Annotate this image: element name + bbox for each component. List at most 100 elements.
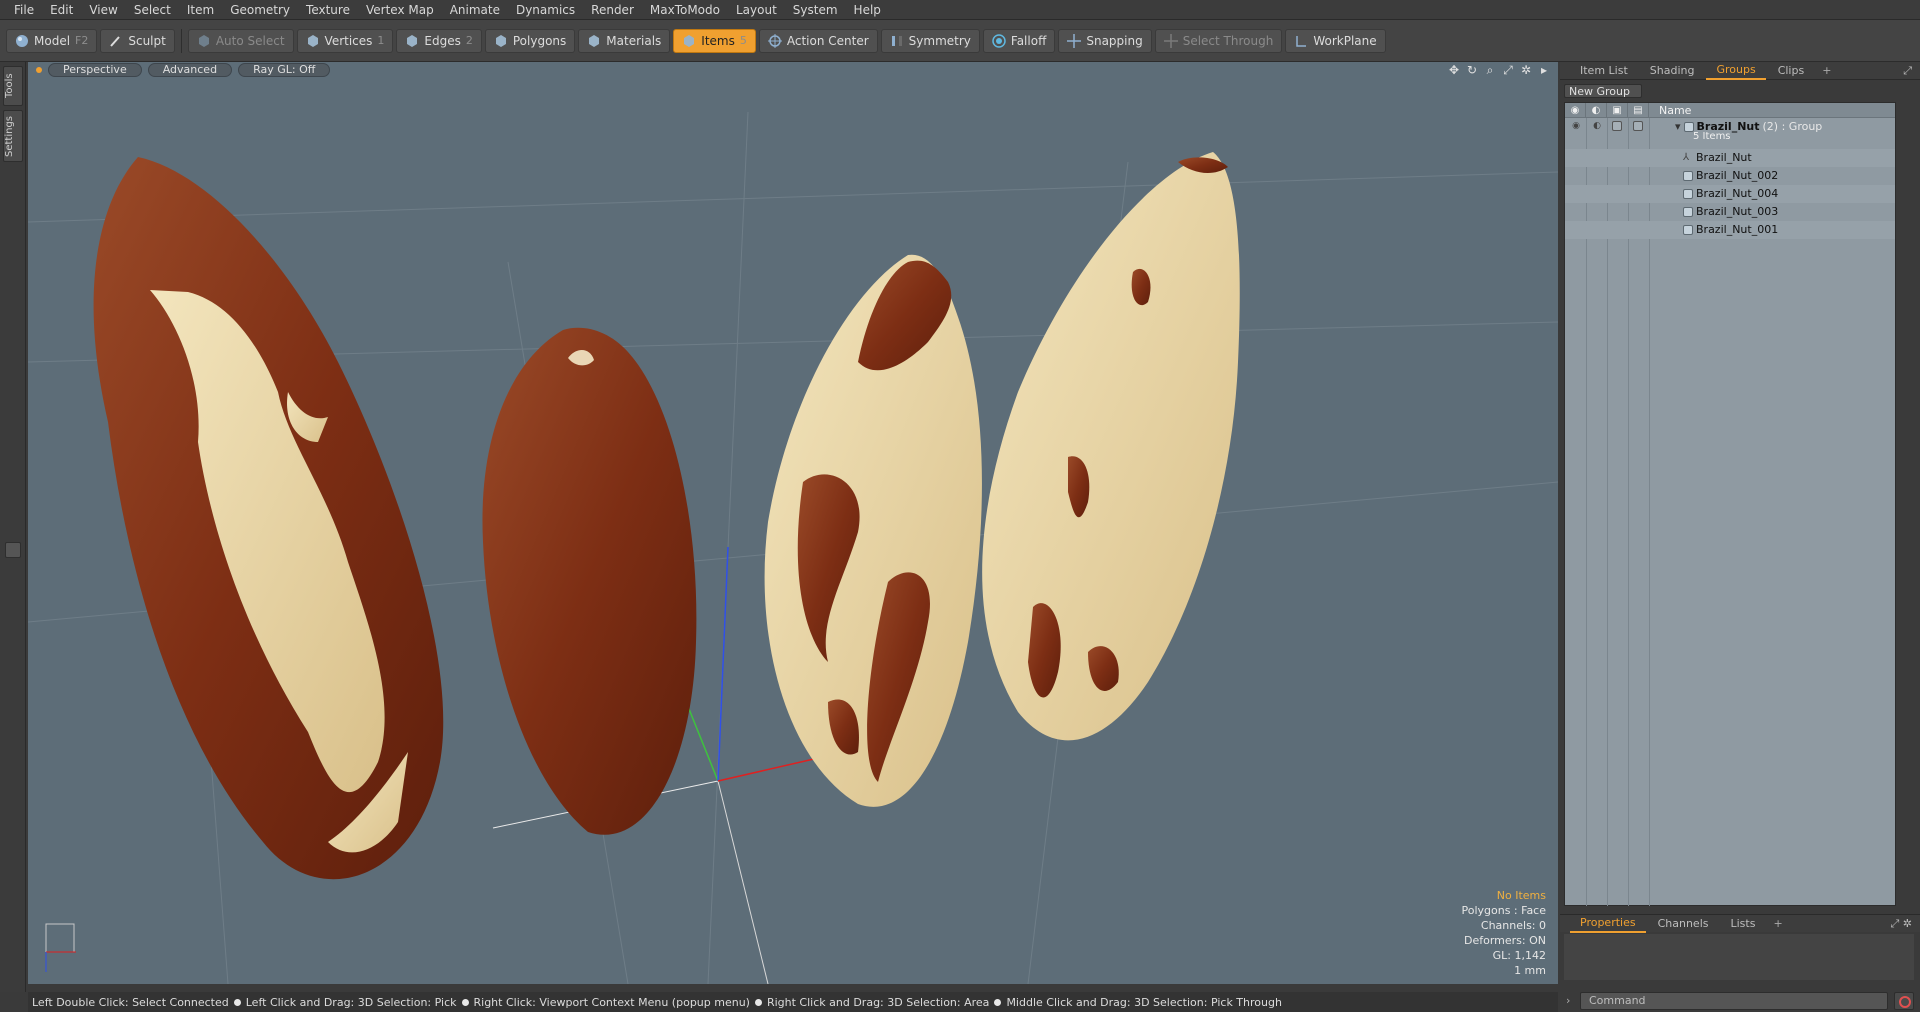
workplane-button[interactable]: WorkPlane xyxy=(1285,28,1386,53)
polygons-button[interactable]: Polygons xyxy=(484,28,576,53)
menu-select[interactable]: Select xyxy=(126,0,179,20)
gear-icon[interactable]: ✲ xyxy=(1520,64,1532,76)
viewport-options-dot[interactable] xyxy=(36,67,42,73)
tab-item-list[interactable]: Item List xyxy=(1570,63,1638,79)
zoom-icon[interactable]: ⌕ xyxy=(1484,64,1496,76)
list-item-label: Brazil_Nut_004 xyxy=(1696,187,1779,200)
falloff-button[interactable]: Falloff xyxy=(982,28,1056,53)
groups-list: ◉ ◐ ▣ ▤ Name ◉ ◐ ▾ Brazil_Nut (2) : Grou… xyxy=(1564,102,1896,906)
new-group-button[interactable]: New Group xyxy=(1564,84,1642,98)
add-tab-icon[interactable]: + xyxy=(1816,64,1837,77)
cube-icon xyxy=(198,34,209,47)
select-through-button[interactable]: Select Through xyxy=(1154,28,1283,53)
tab-lists[interactable]: Lists xyxy=(1721,916,1766,932)
symmetry-button[interactable]: Symmetry xyxy=(880,28,980,53)
expand-arrow-icon[interactable]: ▸ xyxy=(1538,64,1550,76)
menu-system[interactable]: System xyxy=(785,0,846,20)
select-column-icon[interactable]: ▤ xyxy=(1628,102,1649,118)
name-column-header[interactable]: Name xyxy=(1649,104,1691,117)
edges-label: Edges xyxy=(424,33,461,48)
visibility-eye-icon[interactable]: ◉ xyxy=(1570,121,1582,131)
tab-clips[interactable]: Clips xyxy=(1768,63,1815,79)
menu-geometry[interactable]: Geometry xyxy=(222,0,298,20)
render-toggle-icon[interactable]: ◐ xyxy=(1591,121,1603,131)
model-label: Model xyxy=(34,33,71,48)
visibility-column-icon[interactable]: ◉ xyxy=(1565,102,1586,118)
list-item[interactable]: Brazil_Nut_001 xyxy=(1565,221,1895,239)
orientation-gizmo xyxy=(45,923,76,972)
status-hint-2: Left Click and Drag: 3D Selection: Pick xyxy=(245,995,457,1009)
menu-layout[interactable]: Layout xyxy=(728,0,785,20)
list-item[interactable]: ⅄ Brazil_Nut xyxy=(1565,149,1895,167)
brazil-nut-mesh-4 xyxy=(982,152,1240,741)
select-through-icon xyxy=(1163,33,1178,48)
add-tab-icon[interactable]: + xyxy=(1767,917,1788,930)
action-center-button[interactable]: Action Center xyxy=(758,28,878,53)
menu-texture[interactable]: Texture xyxy=(298,0,358,20)
tab-channels[interactable]: Channels xyxy=(1648,916,1719,932)
left-tab-strip: Tools Settings xyxy=(0,62,26,992)
list-item-name-cell: Brazil_Nut_003 xyxy=(1683,205,1778,218)
items-icon xyxy=(684,34,695,47)
menu-file[interactable]: File xyxy=(6,0,42,20)
status-hint-3: Right Click: Viewport Context Menu (popu… xyxy=(473,995,750,1009)
shading-dropdown[interactable]: Advanced xyxy=(147,63,233,77)
strip-collapse-button[interactable] xyxy=(5,542,21,558)
list-item[interactable]: Brazil_Nut_004 xyxy=(1565,185,1895,203)
status-hint-1: Left Double Click: Select Connected xyxy=(32,995,229,1009)
menu-item[interactable]: Item xyxy=(179,0,222,20)
panel-expand-icon[interactable]: ⤢ ✲ xyxy=(1890,917,1920,931)
vertices-button[interactable]: Vertices 1 xyxy=(296,28,394,53)
tab-groups[interactable]: Groups xyxy=(1706,62,1766,80)
snapping-label: Snapping xyxy=(1086,33,1143,48)
panel-expand-icon[interactable]: ⤢ xyxy=(1903,64,1920,78)
render-column-icon[interactable]: ◐ xyxy=(1586,102,1607,118)
info-polygons: Polygons : Face xyxy=(1461,904,1546,917)
materials-button[interactable]: Materials xyxy=(578,28,671,53)
tree-expand-icon[interactable]: ▾ xyxy=(1675,120,1681,133)
3d-viewport[interactable]: Perspective Advanced Ray GL: Off ✥ ↻ ⌕ ⤢… xyxy=(28,62,1558,984)
model-mode-button[interactable]: Model F2 xyxy=(6,28,98,53)
brazil-nut-mesh-1 xyxy=(93,157,444,880)
menu-vertex-map[interactable]: Vertex Map xyxy=(358,0,442,20)
menu-view[interactable]: View xyxy=(81,0,125,20)
items-button[interactable]: Items 5 xyxy=(673,28,756,53)
list-item[interactable]: Brazil_Nut_003 xyxy=(1565,203,1895,221)
pan-icon[interactable]: ✥ xyxy=(1448,64,1460,76)
auto-select-button[interactable]: Auto Select xyxy=(187,28,294,53)
command-input[interactable]: Command xyxy=(1580,992,1888,1010)
snapping-button[interactable]: Snapping xyxy=(1058,28,1152,53)
menu-edit[interactable]: Edit xyxy=(42,0,81,20)
menu-animate[interactable]: Animate xyxy=(442,0,508,20)
lock-column-icon[interactable]: ▣ xyxy=(1607,102,1628,118)
menu-dynamics[interactable]: Dynamics xyxy=(508,0,583,20)
brush-icon xyxy=(110,35,121,47)
lock-checkbox[interactable] xyxy=(1612,121,1622,131)
tab-tools[interactable]: Tools xyxy=(3,66,23,106)
items-shortcut: 5 xyxy=(739,34,747,47)
edges-button[interactable]: Edges 2 xyxy=(396,28,482,53)
menu-help[interactable]: Help xyxy=(846,0,889,20)
list-item[interactable]: Brazil_Nut_002 xyxy=(1565,167,1895,185)
materials-icon xyxy=(589,34,600,47)
tab-shading[interactable]: Shading xyxy=(1640,63,1705,79)
raygl-toggle[interactable]: Ray GL: Off xyxy=(238,63,331,77)
falloff-label: Falloff xyxy=(1010,33,1047,48)
info-unit: 1 mm xyxy=(1514,964,1546,977)
view-type-dropdown[interactable]: Perspective xyxy=(48,63,142,77)
viewport-scene xyxy=(28,111,1558,984)
select-checkbox[interactable] xyxy=(1633,121,1643,131)
properties-tab-bar: Properties Channels Lists + ⤢ ✲ xyxy=(1560,914,1920,933)
tab-properties[interactable]: Properties xyxy=(1570,915,1646,933)
group-row[interactable]: ◉ ◐ ▾ Brazil_Nut (2) : Group 5 Items xyxy=(1565,118,1895,148)
sculpt-button[interactable]: Sculpt xyxy=(100,28,175,53)
mesh-icon xyxy=(1683,170,1693,181)
menu-maxtomodo[interactable]: MaxToModo xyxy=(642,0,728,20)
menu-render[interactable]: Render xyxy=(583,0,642,20)
command-record-button[interactable] xyxy=(1894,992,1914,1010)
viewport-info: No Items Polygons : Face Channels: 0 Def… xyxy=(1461,888,1546,978)
maximize-icon[interactable]: ⤢ xyxy=(1502,64,1514,76)
info-selection: No Items xyxy=(1496,889,1546,902)
tab-settings[interactable]: Settings xyxy=(3,110,23,162)
rotate-icon[interactable]: ↻ xyxy=(1466,64,1478,76)
